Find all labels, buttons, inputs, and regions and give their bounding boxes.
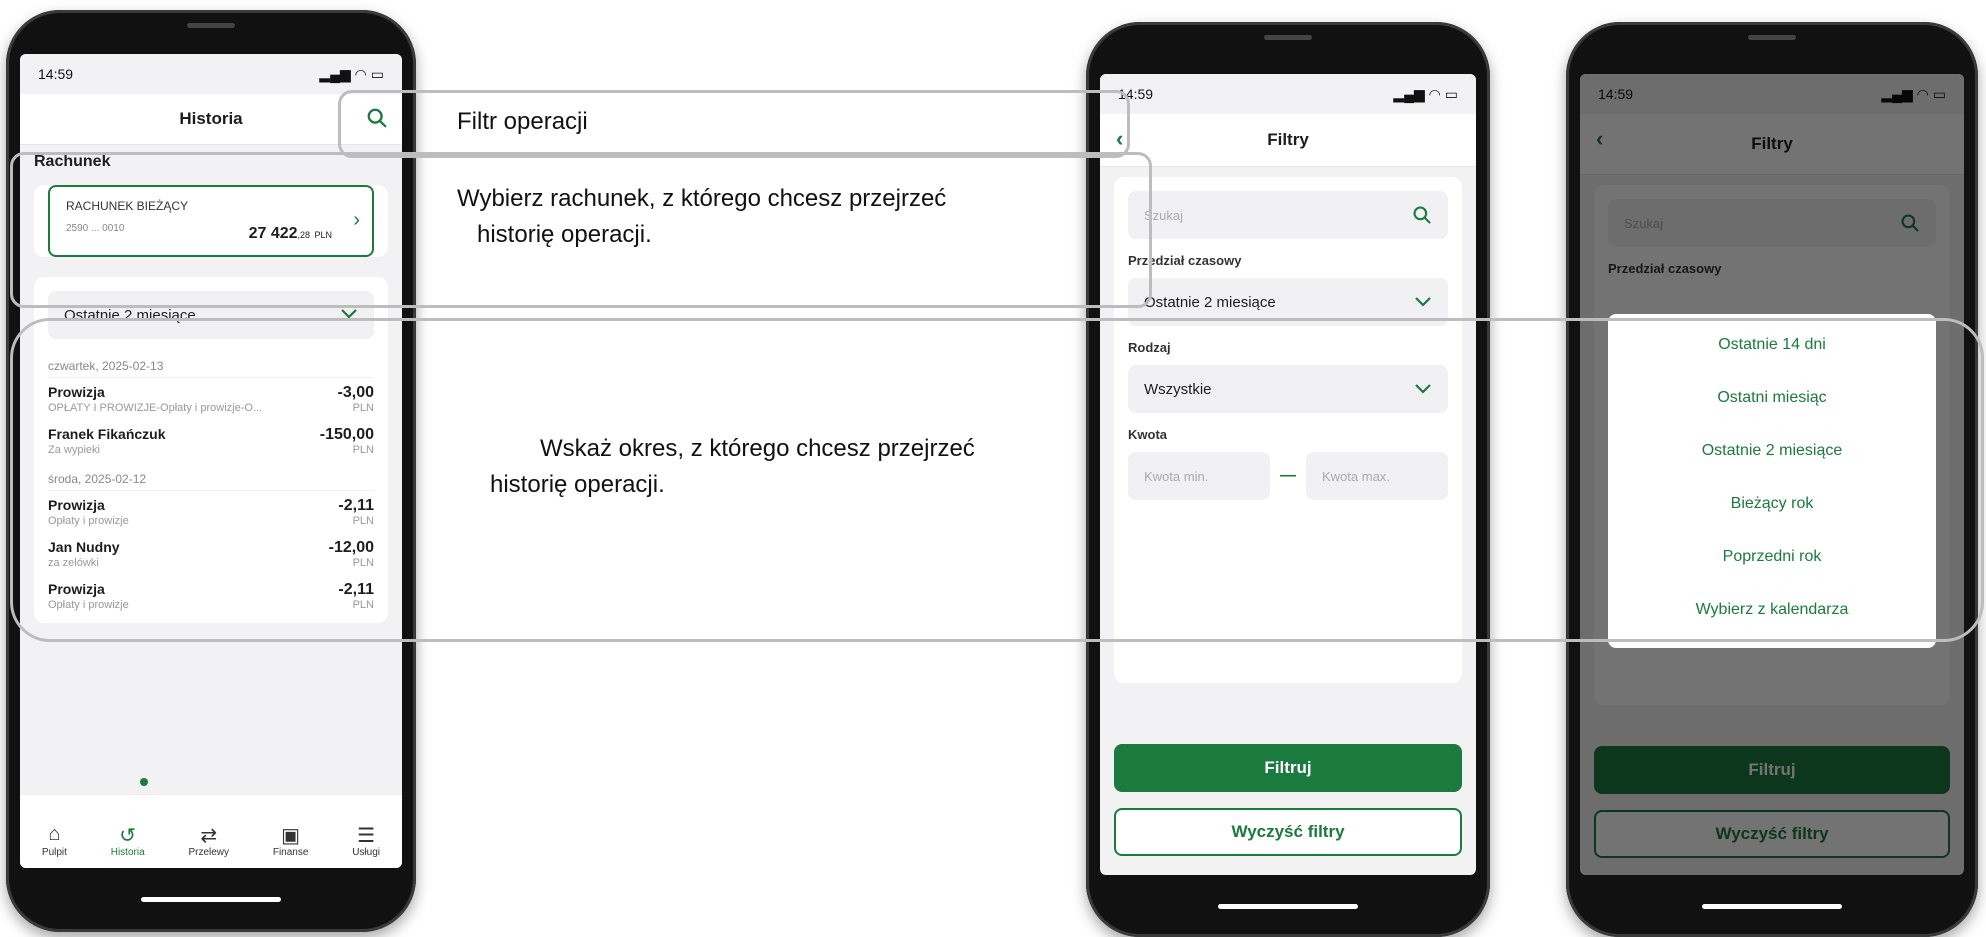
home-icon: ⌂ [48, 823, 61, 845]
page-title: Filtry [1267, 130, 1309, 149]
tab-uslugi[interactable]: ☰ Usługi [352, 823, 380, 858]
tab-label: Pulpit [41, 847, 67, 858]
tab-historia[interactable]: ↺ Historia [111, 823, 145, 858]
transfer-icon: ⇄ [200, 825, 218, 847]
speaker [1748, 35, 1796, 40]
database-icon: ☰ [357, 825, 376, 847]
home-indicator [1218, 904, 1358, 909]
tab-label: Historia [110, 847, 145, 858]
speaker [187, 23, 235, 28]
status-bar: 14:59 ▂▄▆ ◠ ▭ [20, 54, 402, 94]
tab-label: Finanse [272, 847, 309, 858]
speaker [1264, 35, 1312, 40]
tab-bar: ⌂ Pulpit ↺ Historia ⇄ Przelewy ▣ Finanse ☰ Us… [20, 794, 402, 868]
search-icon [1413, 206, 1431, 224]
status-bar: 14:59 ▂▄▆ ◠ ▭ [1100, 74, 1476, 114]
tab-label: Przelewy [188, 847, 230, 858]
callout-period [10, 318, 1984, 642]
status-icons: ▂▄▆ ◠ ▭ [319, 65, 384, 82]
search-input[interactable]: Szukaj [1128, 191, 1448, 239]
period-label: Przedział czasowy [1128, 253, 1242, 268]
tab-finanse[interactable]: ▣ Finanse [273, 823, 309, 858]
status-icons: ▂▄▆ ◠ ▭ [1393, 85, 1458, 102]
home-indicator [1702, 904, 1842, 909]
filters-header: ‹ Filtry [1100, 114, 1476, 167]
active-tab-dot [140, 778, 148, 786]
page-title: Historia [179, 109, 243, 128]
callout-filter [338, 90, 1130, 158]
home-indicator [141, 897, 281, 902]
tab-przelewy[interactable]: ⇄ Przelewy [188, 823, 229, 858]
callout-account [10, 152, 1152, 308]
tab-pulpit[interactable]: ⌂ Pulpit [42, 823, 67, 858]
history-icon: ↺ [119, 825, 137, 847]
filter-button[interactable]: Filtruj [1114, 744, 1462, 792]
clear-filters-button[interactable]: Wyczyść filtry [1114, 808, 1462, 856]
status-time: 14:59 [38, 66, 74, 82]
chevron-down-icon [1415, 297, 1431, 307]
wallet-icon: ▣ [281, 825, 301, 847]
tab-label: Usługi [352, 847, 381, 858]
period-value: Ostatnie 2 miesiące [1144, 293, 1276, 311]
